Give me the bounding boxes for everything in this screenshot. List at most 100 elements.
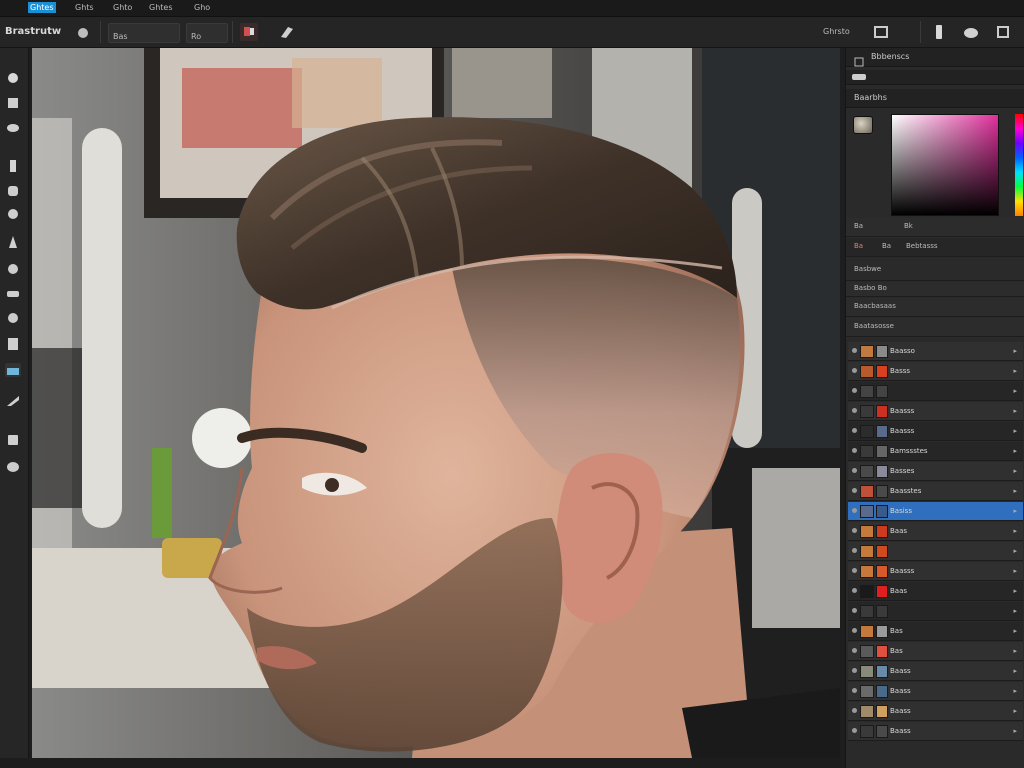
layer-options-icon[interactable]: ▸ (1013, 347, 1017, 355)
layer-row[interactable]: Baass ▸ (848, 722, 1023, 741)
layer-options-icon[interactable]: ▸ (1013, 727, 1017, 735)
layer-row[interactable]: Baass ▸ (848, 682, 1023, 701)
text-tool-icon[interactable] (5, 432, 21, 446)
visibility-eye-icon[interactable] (852, 528, 857, 533)
layer-options-icon[interactable]: ▸ (1013, 627, 1017, 635)
eraser-tool-icon[interactable] (5, 286, 21, 300)
visibility-eye-icon[interactable] (852, 348, 857, 353)
color-mode-icon[interactable] (240, 23, 258, 41)
healing-tool-icon[interactable] (5, 206, 21, 220)
visibility-eye-icon[interactable] (852, 548, 857, 553)
layer-options-icon[interactable]: ▸ (1013, 487, 1017, 495)
visibility-eye-icon[interactable] (852, 628, 857, 633)
layer-row[interactable]: Baasss ▸ (848, 422, 1023, 441)
layer-options-icon[interactable]: ▸ (1013, 367, 1017, 375)
layer-row[interactable]: Basses ▸ (848, 462, 1023, 481)
layer-row[interactable]: Baasso ▸ (848, 342, 1023, 361)
tab-b[interactable]: Ba (882, 242, 891, 250)
visibility-eye-icon[interactable] (852, 708, 857, 713)
layer-row[interactable]: Baasss ▸ (848, 562, 1023, 581)
layer-options-icon[interactable]: ▸ (1013, 647, 1017, 655)
settings-icon[interactable] (994, 23, 1012, 41)
layer-row[interactable]: ▸ (848, 602, 1023, 621)
crop-tool-icon[interactable] (5, 158, 21, 172)
layer-options-icon[interactable]: ▸ (1013, 447, 1017, 455)
layer-row[interactable]: Baass ▸ (848, 662, 1023, 681)
image-canvas[interactable] (32, 48, 840, 758)
marquee-tool-icon[interactable] (5, 95, 21, 109)
blur-tool-icon[interactable] (5, 336, 21, 350)
gradient-tool-icon[interactable] (5, 310, 21, 324)
layer-options-icon[interactable]: ▸ (1013, 607, 1017, 615)
dodge-tool-icon[interactable] (5, 363, 21, 377)
layer-options-icon[interactable]: ▸ (1013, 667, 1017, 675)
panel-icon[interactable] (854, 52, 864, 71)
visibility-eye-icon[interactable] (852, 428, 857, 433)
menu-item-select[interactable]: Gho (194, 2, 210, 13)
menu-item-file[interactable]: Ghtes (28, 2, 56, 13)
collapse-icon[interactable] (852, 74, 866, 80)
visibility-eye-icon[interactable] (852, 488, 857, 493)
visibility-eye-icon[interactable] (852, 408, 857, 413)
layer-options-icon[interactable]: ▸ (1013, 567, 1017, 575)
layer-row[interactable]: ▸ (848, 382, 1023, 401)
menu-item-layer[interactable]: Ghtes (149, 2, 173, 13)
cloud-icon[interactable] (962, 23, 980, 41)
layer-options-icon[interactable]: ▸ (1013, 427, 1017, 435)
layer-options-icon[interactable]: ▸ (1013, 387, 1017, 395)
visibility-eye-icon[interactable] (852, 568, 857, 573)
layer-options-icon[interactable]: ▸ (1013, 467, 1017, 475)
visibility-eye-icon[interactable] (852, 668, 857, 673)
layer-options-icon[interactable]: ▸ (1013, 507, 1017, 515)
layer-row[interactable]: Baas ▸ (848, 582, 1023, 601)
layer-row[interactable]: Bas ▸ (848, 642, 1023, 661)
layer-options-icon[interactable]: ▸ (1013, 687, 1017, 695)
layer-options-icon[interactable]: ▸ (1013, 407, 1017, 415)
blend-mode-row[interactable]: Basbo Bo (846, 282, 1024, 297)
menu-item-edit[interactable]: Ghts (75, 2, 94, 13)
visibility-eye-icon[interactable] (852, 608, 857, 613)
layer-row[interactable]: Baasss ▸ (848, 402, 1023, 421)
visibility-eye-icon[interactable] (852, 588, 857, 593)
brush-preset-icon[interactable] (76, 25, 94, 43)
layer-row[interactable]: ▸ (848, 542, 1023, 561)
menu-item-image[interactable]: Ghto (113, 2, 132, 13)
layer-options-icon[interactable]: ▸ (1013, 707, 1017, 715)
foreground-color-swatch[interactable] (853, 116, 873, 134)
visibility-eye-icon[interactable] (852, 728, 857, 733)
color-picker-field[interactable] (891, 114, 999, 216)
stamp-tool-icon[interactable] (5, 261, 21, 275)
visibility-eye-icon[interactable] (852, 648, 857, 653)
airbrush-icon[interactable] (278, 23, 296, 41)
layer-options-icon[interactable]: ▸ (1013, 547, 1017, 555)
workspace-label[interactable]: Ghrsto (823, 27, 850, 36)
layer-row[interactable]: Basss ▸ (848, 362, 1023, 381)
visibility-eye-icon[interactable] (852, 508, 857, 513)
preset-dropdown[interactable]: Bas (108, 23, 180, 43)
layer-options-icon[interactable]: ▸ (1013, 527, 1017, 535)
mode-dropdown[interactable]: Ro (186, 23, 228, 43)
layer-row[interactable]: Bamssstes ▸ (848, 442, 1023, 461)
visibility-eye-icon[interactable] (852, 468, 857, 473)
layer-row[interactable]: Bas ▸ (848, 622, 1023, 641)
layer-options-icon[interactable]: ▸ (1013, 587, 1017, 595)
bottle-icon[interactable] (930, 23, 948, 41)
layer-row[interactable]: Basiss ▸ (848, 502, 1023, 521)
share-icon[interactable] (872, 23, 890, 41)
layer-row[interactable]: Baass ▸ (848, 702, 1023, 721)
lasso-tool-icon[interactable] (5, 120, 21, 134)
layer-row[interactable]: Baasstes ▸ (848, 482, 1023, 501)
visibility-eye-icon[interactable] (852, 368, 857, 373)
tab-c[interactable]: Bebtasss (906, 242, 938, 250)
visibility-eye-icon[interactable] (852, 388, 857, 393)
tab-a[interactable]: Ba (854, 242, 863, 250)
visibility-eye-icon[interactable] (852, 688, 857, 693)
brush-tool-icon[interactable] (5, 234, 21, 248)
layer-row[interactable]: Baas ▸ (848, 522, 1023, 541)
shape-tool-icon[interactable] (5, 459, 21, 473)
eyedropper-tool-icon[interactable] (5, 183, 21, 197)
move-tool-icon[interactable] (5, 70, 21, 84)
hue-slider[interactable] (1015, 114, 1023, 216)
visibility-eye-icon[interactable] (852, 448, 857, 453)
pen-tool-icon[interactable] (5, 393, 21, 407)
